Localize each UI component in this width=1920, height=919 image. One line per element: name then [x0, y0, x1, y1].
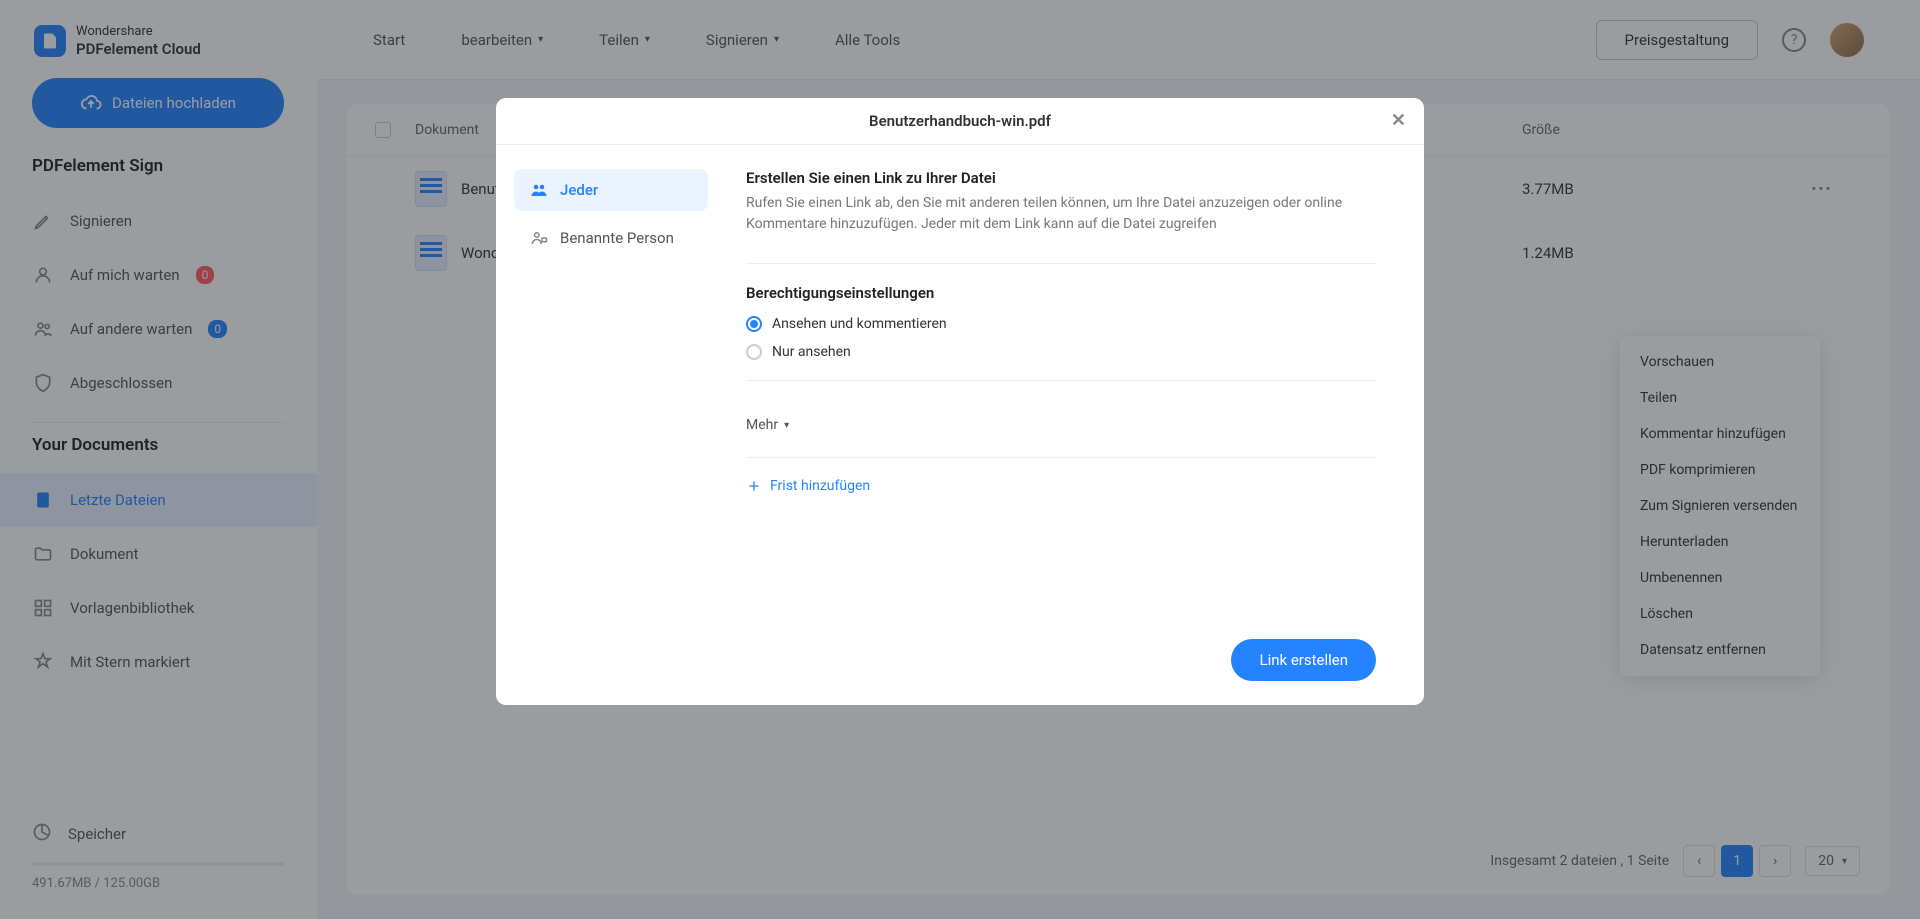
chevron-down-icon: ▾ [784, 420, 789, 431]
modal-title: Benutzerhandbuch-win.pdf [869, 112, 1051, 130]
radio-icon [746, 344, 762, 360]
modal-header: Benutzerhandbuch-win.pdf ✕ [496, 98, 1424, 145]
share-modal: Benutzerhandbuch-win.pdf ✕ Jeder Benannt… [496, 98, 1424, 705]
add-deadline-button[interactable]: Frist hinzufügen [746, 478, 1376, 494]
person-lock-icon [530, 229, 548, 247]
tab-everyone[interactable]: Jeder [514, 169, 708, 211]
divider [746, 457, 1376, 458]
create-link-button[interactable]: Link erstellen [1231, 639, 1376, 681]
modal-tabs: Jeder Benannte Person [496, 145, 726, 705]
people-icon [530, 181, 548, 199]
modal-description: Rufen Sie einen Link ab, den Sie mit and… [746, 193, 1376, 235]
radio-comment[interactable]: Ansehen und kommentieren [746, 316, 1376, 332]
radio-icon [746, 316, 762, 332]
tab-named-person[interactable]: Benannte Person [514, 217, 708, 259]
radio-view-only[interactable]: Nur ansehen [746, 344, 1376, 360]
modal-content: Erstellen Sie einen Link zu Ihrer Datei … [726, 145, 1424, 705]
divider [746, 263, 1376, 264]
permissions-heading: Berechtigungseinstellungen [746, 284, 1376, 302]
modal-overlay: Benutzerhandbuch-win.pdf ✕ Jeder Benannt… [0, 0, 1920, 919]
more-toggle[interactable]: Mehr▾ [746, 417, 1376, 433]
close-icon[interactable]: ✕ [1391, 110, 1406, 131]
modal-heading: Erstellen Sie einen Link zu Ihrer Datei [746, 169, 1376, 187]
plus-icon [746, 478, 762, 494]
divider [746, 380, 1376, 381]
